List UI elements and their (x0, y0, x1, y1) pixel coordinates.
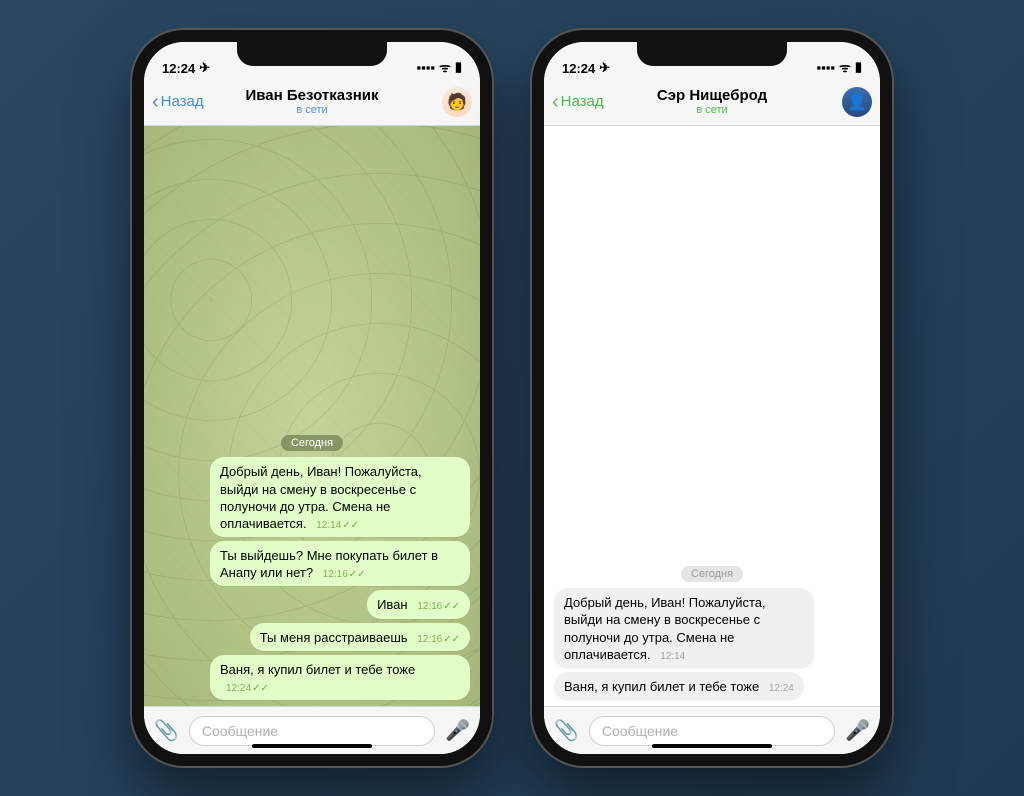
location-icon: ✈︎ (199, 60, 210, 76)
message-text: Ваня, я купил билет и тебе тоже (564, 679, 759, 694)
date-separator: Сегодня (681, 566, 743, 582)
message-time: 12:24 (226, 683, 251, 694)
phone-left: 12:24 ✈︎ ▪▪▪▪ ᯤ ▮ ‹ Назад Иван Безотказн… (132, 30, 492, 766)
message-time: 12:14 (316, 520, 341, 531)
location-icon: ✈︎ (599, 60, 610, 76)
chevron-left-icon: ‹ (552, 92, 559, 112)
read-ticks-icon: ✓✓ (443, 601, 460, 612)
read-ticks-icon: ✓✓ (443, 634, 460, 645)
status-time: 12:24 (562, 61, 595, 76)
nav-bar: ‹ Назад Сэр Нищеброд в сети 👤 (544, 78, 880, 126)
input-placeholder: Сообщение (202, 723, 278, 739)
message-time: 12:16 (323, 569, 348, 580)
message-input[interactable]: Сообщение (189, 716, 435, 746)
back-label: Назад (161, 93, 204, 110)
message-out[interactable]: Ты меня расстраиваешь 12:16✓✓ (250, 623, 470, 651)
status-time: 12:24 (162, 61, 195, 76)
message-out[interactable]: Иван 12:16✓✓ (367, 590, 470, 618)
chevron-left-icon: ‹ (152, 92, 159, 112)
message-in[interactable]: Добрый день, Иван! Пожалуйста, выйди на … (554, 588, 814, 668)
message-text: Ты меня расстраиваешь (260, 630, 408, 645)
mic-icon[interactable]: 🎤 (845, 718, 870, 743)
home-indicator[interactable] (252, 744, 372, 748)
phone-right: 12:24 ✈︎ ▪▪▪▪ ᯤ ▮ ‹ Назад Сэр Нищеброд в… (532, 30, 892, 766)
mic-icon[interactable]: 🎤 (445, 718, 470, 743)
message-text: Иван (377, 597, 408, 612)
read-ticks-icon: ✓✓ (252, 683, 269, 694)
avatar[interactable]: 🧑 (442, 87, 472, 117)
message-out[interactable]: Ты выйдешь? Мне покупать билет в Анапу и… (210, 541, 470, 586)
message-time: 12:16 (417, 601, 442, 612)
home-indicator[interactable] (652, 744, 772, 748)
wifi-icon: ᯤ (839, 58, 851, 76)
back-button[interactable]: ‹ Назад (552, 92, 604, 112)
date-separator: Сегодня (281, 435, 343, 451)
back-label: Назад (561, 93, 604, 110)
wifi-icon: ᯤ (439, 58, 451, 76)
message-out[interactable]: Ваня, я купил билет и тебе тоже 12:24✓✓ (210, 655, 470, 700)
avatar[interactable]: 👤 (842, 87, 872, 117)
message-input[interactable]: Сообщение (589, 716, 835, 746)
input-placeholder: Сообщение (602, 723, 678, 739)
battery-icon: ▮ (855, 59, 862, 75)
message-text: Ваня, я купил билет и тебе тоже (220, 662, 415, 677)
read-ticks-icon: ✓✓ (349, 569, 366, 580)
signal-icon: ▪▪▪▪ (417, 60, 435, 75)
message-in[interactable]: Ваня, я купил билет и тебе тоже 12:24 (554, 672, 804, 700)
signal-icon: ▪▪▪▪ (817, 60, 835, 75)
message-time: 12:14 (660, 651, 685, 662)
read-ticks-icon: ✓✓ (342, 520, 359, 531)
chat-area[interactable]: Сегодня Добрый день, Иван! Пожалуйста, в… (544, 126, 880, 706)
back-button[interactable]: ‹ Назад (152, 92, 204, 112)
message-time: 12:16 (417, 634, 442, 645)
nav-bar: ‹ Назад Иван Безотказник в сети 🧑 (144, 78, 480, 126)
message-out[interactable]: Добрый день, Иван! Пожалуйста, выйди на … (210, 457, 470, 537)
notch (637, 42, 787, 66)
chat-area[interactable]: Сегодня Добрый день, Иван! Пожалуйста, в… (144, 126, 480, 706)
message-time: 12:24 (769, 683, 794, 694)
battery-icon: ▮ (455, 59, 462, 75)
attach-icon[interactable]: 📎 (554, 718, 579, 743)
attach-icon[interactable]: 📎 (154, 718, 179, 743)
notch (237, 42, 387, 66)
